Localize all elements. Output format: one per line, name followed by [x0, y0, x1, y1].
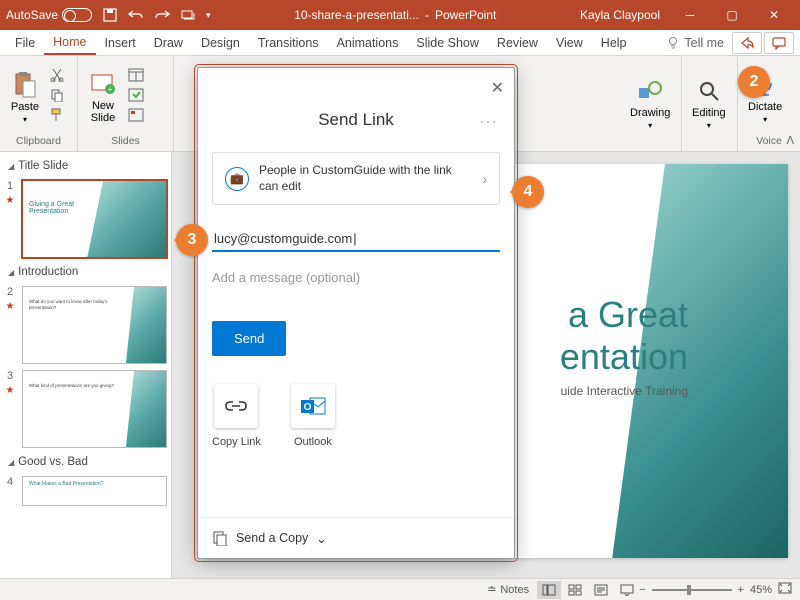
reading-view-icon[interactable]: [589, 581, 613, 599]
section-icon[interactable]: [128, 108, 146, 126]
close-dialog-button[interactable]: ✕: [491, 78, 504, 98]
collapse-ribbon-icon[interactable]: ᐱ: [786, 134, 794, 147]
start-from-beginning-icon[interactable]: [180, 7, 196, 23]
animation-indicator-icon: ★: [6, 385, 15, 396]
callout-badge: 4: [512, 176, 544, 208]
save-icon[interactable]: [102, 7, 118, 23]
zoom-level: 45%: [750, 584, 772, 596]
chevron-right-icon: ›: [482, 171, 487, 187]
close-button[interactable]: ✕: [754, 0, 794, 30]
share-dialog: ✕ Send Link ··· 💼 People in CustomGuide …: [197, 67, 515, 559]
chevron-down-icon: ⌄: [316, 531, 326, 546]
normal-view-icon[interactable]: [537, 581, 561, 599]
briefcase-icon: 💼: [225, 167, 249, 191]
slide-thumbnail[interactable]: 2★ What do you want to know after today'…: [4, 286, 167, 364]
notes-button[interactable]: ≐Notes: [479, 583, 537, 596]
restore-button[interactable]: ▢: [712, 0, 752, 30]
tab-transitions[interactable]: Transitions: [249, 30, 328, 55]
tab-animations[interactable]: Animations: [328, 30, 408, 55]
quick-access-toolbar: ▾: [102, 7, 211, 23]
slide-thumbnail[interactable]: 3★ What kind of presentations are you gi…: [4, 370, 167, 448]
tab-draw[interactable]: Draw: [145, 30, 192, 55]
section-header[interactable]: Good vs. Bad: [4, 454, 167, 470]
outlook-icon: O: [291, 384, 335, 428]
fit-to-window-icon[interactable]: [778, 582, 792, 597]
slide-thumbnail[interactable]: 1★ Giving a Great Presentation: [4, 180, 167, 258]
reset-icon[interactable]: [128, 88, 146, 106]
clipboard-group-label: Clipboard: [4, 135, 73, 149]
minimize-button[interactable]: ─: [670, 0, 710, 30]
callout-badge: 2: [738, 66, 770, 98]
animation-indicator-icon: ★: [6, 195, 15, 206]
slide-subtitle: uide Interactive Training: [561, 384, 688, 398]
paste-icon: [11, 71, 39, 99]
tell-me-search[interactable]: Tell me: [666, 36, 724, 50]
email-input[interactable]: lucy@customguide.com: [212, 227, 500, 252]
callout-badge: 3: [176, 224, 208, 256]
format-painter-icon[interactable]: [50, 108, 68, 126]
outlook-button[interactable]: O Outlook: [291, 384, 335, 448]
tab-slideshow[interactable]: Slide Show: [407, 30, 488, 55]
comment-icon: [772, 36, 786, 50]
new-slide-icon: +: [89, 70, 117, 98]
redo-icon[interactable]: [154, 7, 170, 23]
editing-group[interactable]: Editing▾: [686, 75, 732, 132]
ribbon-tabs: File Home Insert Draw Design Transitions…: [0, 30, 800, 56]
slide-sorter-view-icon[interactable]: [563, 581, 587, 599]
comments-button[interactable]: [764, 32, 794, 54]
zoom-control[interactable]: −+ 45%: [639, 582, 792, 597]
tab-view[interactable]: View: [547, 30, 592, 55]
app-name: PowerPoint: [435, 8, 496, 22]
send-copy-icon: [212, 530, 228, 546]
cut-icon[interactable]: [50, 68, 68, 86]
svg-text:+: +: [108, 85, 113, 94]
filename: 10-share-a-presentati...: [294, 8, 419, 22]
slides-group-label: Slides: [82, 135, 169, 149]
message-input[interactable]: Add a message (optional): [212, 270, 500, 285]
slide-thumbnail[interactable]: 4 What Makes a Bad Presentation?: [4, 476, 167, 506]
copy-link-button[interactable]: Copy Link: [212, 384, 261, 448]
dialog-menu-icon[interactable]: ···: [480, 114, 498, 128]
user-name[interactable]: Kayla Claypool: [580, 8, 660, 22]
send-copy-button[interactable]: Send a Copy ⌄: [198, 517, 514, 558]
send-button[interactable]: Send: [212, 321, 286, 356]
tab-file[interactable]: File: [6, 30, 44, 55]
tab-home[interactable]: Home: [44, 30, 95, 55]
autosave-toggle[interactable]: AutoSave: [6, 8, 92, 22]
section-header[interactable]: Title Slide: [4, 158, 167, 174]
svg-text:O: O: [304, 402, 312, 413]
autosave-label: AutoSave: [6, 8, 58, 22]
tab-design[interactable]: Design: [192, 30, 249, 55]
tab-review[interactable]: Review: [488, 30, 547, 55]
find-icon: [695, 77, 723, 105]
slide-title: a Great entation: [560, 294, 688, 378]
section-header[interactable]: Introduction: [4, 264, 167, 280]
slideshow-view-icon[interactable]: [615, 581, 639, 599]
link-icon: [214, 384, 258, 428]
paste-button[interactable]: Paste ▾: [4, 69, 46, 126]
layout-icon[interactable]: [128, 68, 146, 86]
titlebar: AutoSave ▾ 10-share-a-presentati... - Po…: [0, 0, 800, 30]
animation-indicator-icon: ★: [6, 301, 15, 312]
statusbar: ≐Notes −+ 45%: [0, 578, 800, 600]
dialog-title: Send Link: [198, 110, 514, 130]
lightbulb-icon: [666, 36, 680, 50]
link-settings-button[interactable]: 💼 People in CustomGuide with the link ca…: [212, 152, 500, 205]
new-slide-button[interactable]: + New Slide: [82, 68, 124, 126]
slide-thumbnails-panel: Title Slide 1★ Giving a Great Presentati…: [0, 152, 172, 578]
drawing-group[interactable]: Drawing▾: [624, 75, 676, 132]
copy-icon[interactable]: [50, 88, 68, 106]
undo-icon[interactable]: [128, 7, 144, 23]
share-button[interactable]: [732, 32, 762, 54]
share-icon: [740, 36, 754, 50]
tab-help[interactable]: Help: [592, 30, 636, 55]
tab-insert[interactable]: Insert: [96, 30, 145, 55]
shapes-icon: [636, 77, 664, 105]
